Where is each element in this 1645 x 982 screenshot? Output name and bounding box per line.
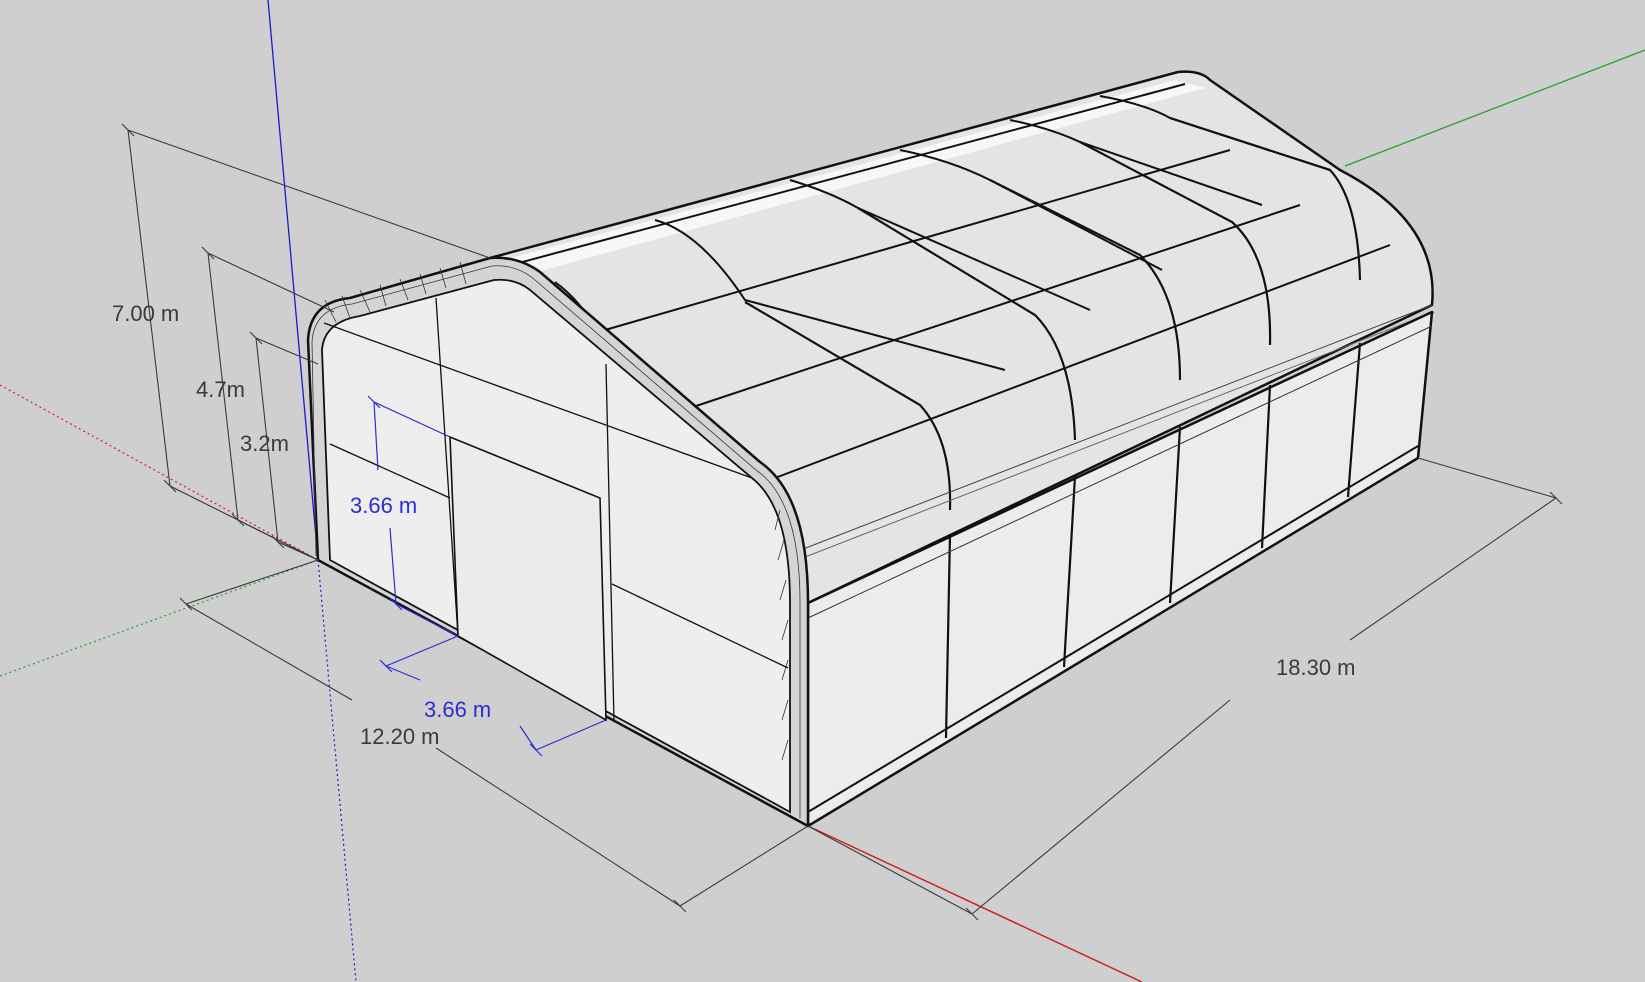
door-width-label: 3.66 m [424,697,491,722]
building-length-label: 18.30 m [1276,655,1356,680]
tent-3d-model: 7.00 m 4.7m 3.2m 3.66 m 3.66 m 12.20 m 1… [0,0,1645,982]
green-axis [1344,49,1645,167]
red-axis [807,825,1143,982]
building-width-label: 12.20 m [360,724,440,749]
sketchup-viewport[interactable]: 7.00 m 4.7m 3.2m 3.66 m 3.66 m 12.20 m 1… [0,0,1645,982]
door-height-label: 3.66 m [350,493,417,518]
sidewall-height-label: 4.7m [196,377,245,402]
eave-height-label: 3.2m [240,431,289,456]
blue-axis-dotted [317,559,357,982]
overall-height-label: 7.00 m [112,301,179,326]
green-axis-dotted [0,559,319,677]
blue-axis [267,0,319,561]
